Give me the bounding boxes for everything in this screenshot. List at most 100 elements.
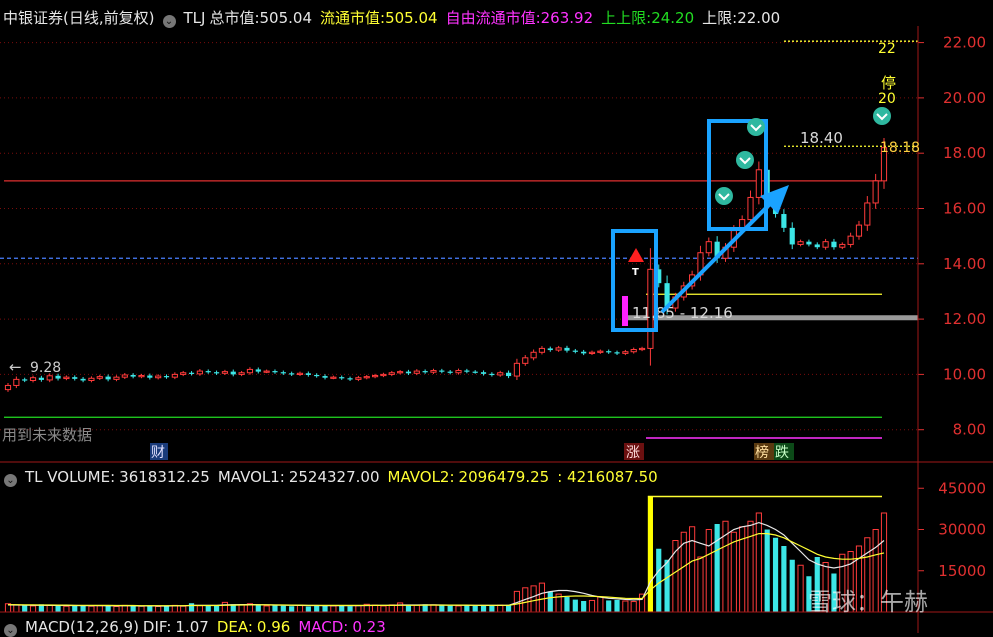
volume-bar bbox=[238, 604, 245, 613]
volume-bar bbox=[588, 599, 596, 613]
volume-bar bbox=[455, 605, 462, 613]
candle-body bbox=[855, 224, 863, 237]
candle-body bbox=[455, 370, 462, 374]
candle-body bbox=[246, 368, 254, 374]
volume-bar bbox=[730, 531, 737, 613]
candle-body bbox=[138, 375, 145, 378]
chart-mode[interactable]: (日线,前复权) bbox=[63, 9, 154, 27]
candle-body bbox=[472, 371, 478, 373]
limit-20-label: 20 bbox=[878, 91, 896, 107]
stock-name[interactable]: 中银证券 bbox=[3, 9, 63, 27]
volume-bar bbox=[347, 606, 353, 612]
candle-body bbox=[330, 376, 337, 379]
volume-bar bbox=[656, 548, 662, 612]
dif-value: 1.07 bbox=[175, 618, 209, 636]
price-tick-label: 14.00 bbox=[943, 255, 986, 273]
candle-body bbox=[305, 373, 311, 375]
volume-bar bbox=[163, 605, 170, 612]
tag-cai[interactable]: 财 bbox=[151, 445, 165, 461]
volume-bar bbox=[489, 605, 495, 612]
candle-body bbox=[29, 377, 37, 381]
volume-bar bbox=[221, 601, 229, 613]
chevron-down-icon[interactable]: ⌄ bbox=[4, 624, 17, 637]
candle-body bbox=[847, 235, 854, 245]
chevron-down-icon[interactable]: ⌄ bbox=[162, 15, 176, 28]
volume-bar bbox=[380, 605, 387, 613]
tag-die[interactable]: 跌 bbox=[775, 445, 789, 461]
volume-bar bbox=[581, 601, 587, 612]
stop-label: 停 bbox=[881, 74, 896, 92]
down-chevron-icon bbox=[715, 187, 733, 205]
macd-indicator-name[interactable]: MACD(12,26,9) bbox=[25, 618, 139, 636]
free-float-label: 自由流通市值: bbox=[445, 9, 541, 27]
volume-bar bbox=[614, 599, 620, 612]
volume-bar bbox=[714, 524, 720, 612]
volume-bar bbox=[296, 604, 304, 613]
candle-body bbox=[806, 241, 812, 245]
tag-bang[interactable]: 榜 bbox=[755, 444, 769, 461]
volume-bar bbox=[339, 605, 345, 612]
candle-body bbox=[55, 375, 61, 379]
candle-body bbox=[439, 370, 445, 372]
candle-body bbox=[130, 374, 136, 377]
volume-indicator-name[interactable]: TL VOLUME: bbox=[25, 468, 115, 486]
price-tick-label: 22.00 bbox=[943, 34, 986, 52]
candle-body bbox=[388, 372, 395, 375]
down-chevron-icon bbox=[736, 151, 754, 169]
candle-body bbox=[522, 357, 529, 364]
volume-bar bbox=[105, 605, 111, 612]
candle-body bbox=[371, 375, 379, 378]
volume-bar bbox=[305, 606, 311, 612]
candle-body bbox=[822, 241, 829, 248]
kline-chart[interactable]: 15000 30000 45000 8.00 10.00 12.00 14.00 16.00… bbox=[0, 0, 993, 633]
volume-bar bbox=[572, 599, 578, 612]
down-chevron-icon bbox=[747, 118, 765, 136]
volume-bar bbox=[55, 605, 61, 612]
volume-bar bbox=[797, 564, 804, 613]
candle-body bbox=[196, 370, 203, 375]
candle-body bbox=[564, 347, 570, 351]
candle-body bbox=[105, 376, 111, 380]
volume-bar bbox=[147, 605, 153, 612]
volume-bar bbox=[439, 605, 445, 612]
total-cap-label: 总市值: bbox=[209, 9, 260, 27]
volume-bar bbox=[80, 605, 86, 612]
candle-body bbox=[46, 375, 53, 381]
volume-bar bbox=[497, 604, 504, 613]
candle-body bbox=[155, 375, 162, 379]
volume-bar bbox=[113, 606, 120, 613]
chevron-down-icon[interactable]: ⌄ bbox=[4, 474, 17, 487]
volume-bar bbox=[597, 596, 604, 613]
candle-body bbox=[614, 352, 620, 354]
candle-body bbox=[121, 374, 128, 378]
volume-bar bbox=[263, 605, 270, 613]
candle-body bbox=[72, 377, 78, 379]
volume-bar bbox=[155, 606, 162, 613]
magenta-marker bbox=[622, 296, 628, 326]
volume-bar bbox=[772, 537, 779, 612]
volume-bar bbox=[22, 605, 28, 612]
volume-bar bbox=[289, 606, 295, 612]
volume-bar bbox=[430, 604, 437, 613]
candle-body bbox=[530, 351, 537, 359]
t-marker: T bbox=[632, 267, 639, 278]
candle-body bbox=[781, 214, 787, 228]
candle-body bbox=[272, 371, 278, 373]
candle-body bbox=[622, 351, 629, 354]
volume-bar bbox=[180, 605, 187, 613]
volume-bar bbox=[564, 596, 570, 612]
volume-bar bbox=[680, 531, 687, 613]
volume-bar bbox=[405, 605, 412, 612]
volume-bar bbox=[280, 605, 286, 612]
volume-bar bbox=[622, 600, 629, 613]
macd-value: 0.23 bbox=[352, 618, 386, 636]
volume-tick-label: 45000 bbox=[938, 479, 986, 497]
candle-body bbox=[38, 377, 44, 380]
candle-body bbox=[289, 373, 295, 375]
candle-body bbox=[430, 370, 437, 373]
candle-body bbox=[705, 241, 712, 254]
volume-bar bbox=[72, 605, 78, 612]
tag-zhang[interactable]: 涨 bbox=[626, 445, 640, 461]
candle-body bbox=[380, 373, 387, 377]
red-triangle-marker bbox=[628, 248, 644, 262]
